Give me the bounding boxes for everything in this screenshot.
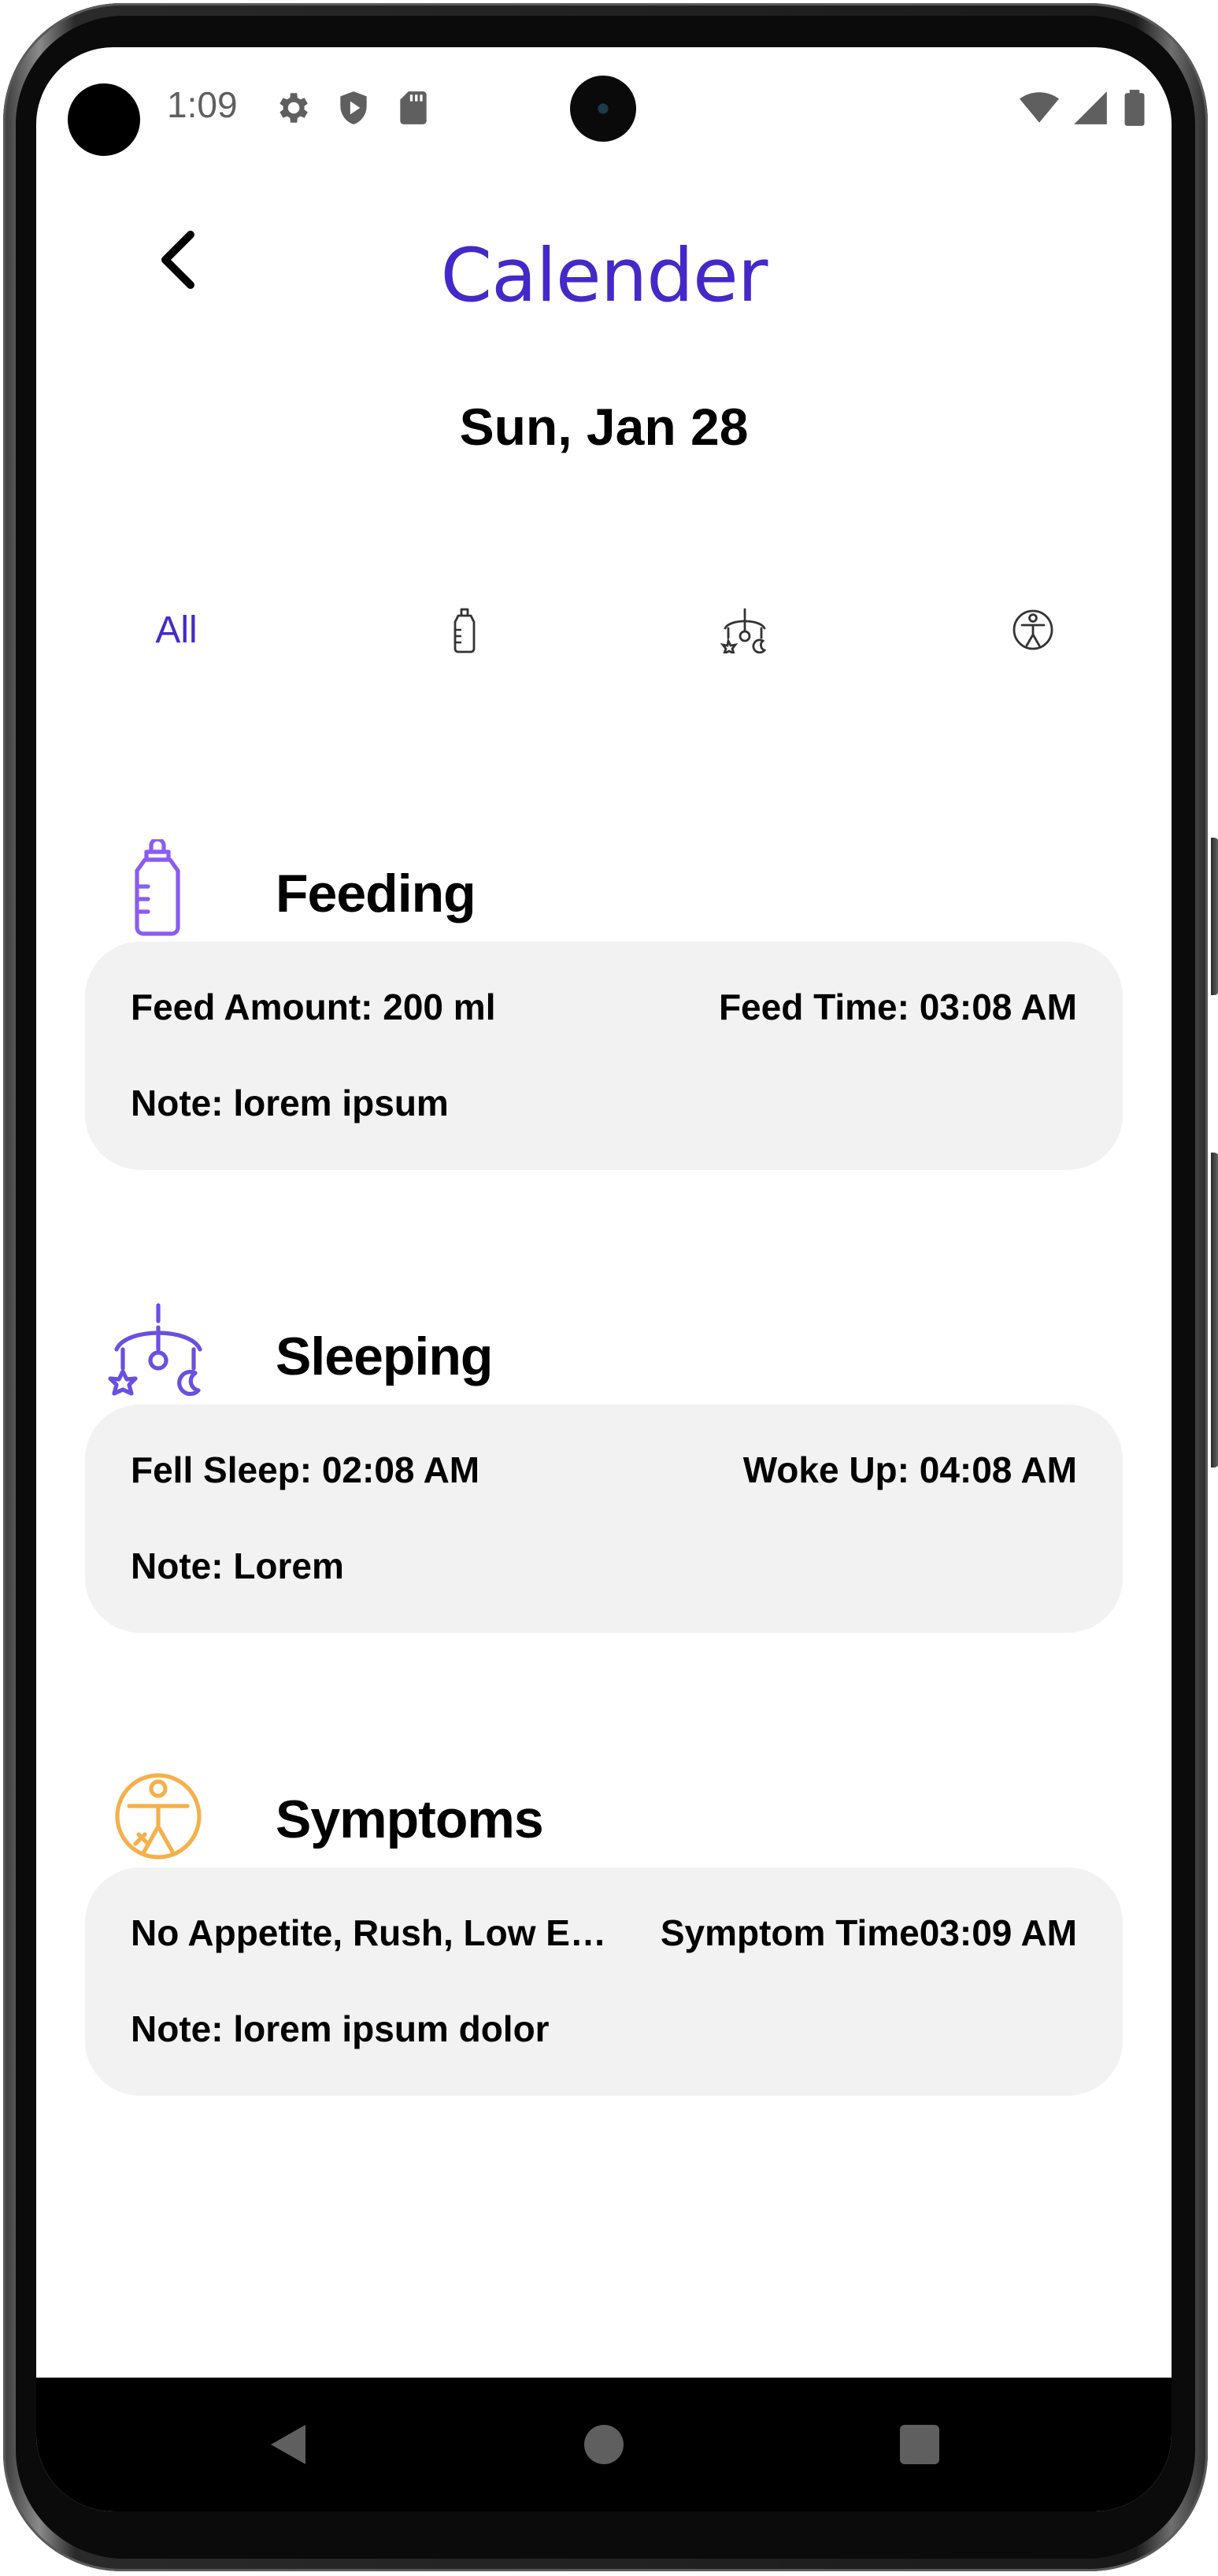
feeding-card[interactable]: Feed Amount: 200 ml Feed Time: 03:08 AM … [85, 942, 1123, 1170]
nav-recents-button[interactable] [880, 2405, 959, 2484]
shield-icon [340, 91, 367, 124]
bottle-icon [454, 608, 476, 653]
feeding-header: Feeding [107, 839, 1052, 949]
symptom-icon [1013, 609, 1053, 650]
nav-back-button[interactable] [249, 2405, 328, 2484]
bottle-icon [135, 839, 180, 936]
front-camera [570, 76, 636, 142]
symptom-list: No Appetite, Rush, Low En... [131, 1912, 611, 1954]
status-bar: 1:09 [36, 47, 1172, 157]
crib-mobile-icon [108, 1303, 202, 1397]
selected-date: Sun, Jan 28 [459, 398, 749, 456]
tab-all[interactable]: All [121, 583, 231, 677]
tab-sleeping[interactable] [690, 583, 800, 677]
feeding-title: Feeding [276, 864, 476, 923]
wifi-icon [1020, 92, 1059, 123]
sleeping-note: Note: Lorem [131, 1545, 344, 1586]
triangle-back-icon [271, 2425, 305, 2464]
square-recents-icon [900, 2425, 939, 2464]
symptom-time: Symptom Time03:09 AM [660, 1912, 1077, 1953]
tab-feeding[interactable] [409, 583, 520, 677]
sleeping-title: Sleeping [276, 1327, 493, 1386]
symptoms-header: Symptoms [107, 1765, 1052, 1875]
nav-home-button[interactable] [565, 2405, 643, 2484]
volume-button [1211, 1153, 1218, 1468]
system-nav-bar [36, 2378, 1172, 2511]
symptom-list-text: No Appetite, Rush, Low En... [131, 1912, 611, 1953]
tab-symptoms[interactable] [978, 583, 1088, 677]
crib-mobile-icon [720, 608, 767, 653]
gear-icon [280, 93, 308, 123]
woke-up-time: Woke Up: 04:08 AM [742, 1449, 1077, 1490]
tab-all-label: All [155, 609, 198, 651]
feeding-note: Note: lorem ipsum [131, 1083, 449, 1123]
filter-tabs: All [36, 583, 1172, 677]
symptoms-card[interactable]: No Appetite, Rush, Low En... Symptom Tim… [85, 1867, 1123, 2096]
fell-asleep-time: Fell Sleep: 02:08 AM [131, 1449, 480, 1490]
symptoms-note: Note: lorem ipsum dolor [131, 2008, 550, 2049]
symptom-icon [115, 1773, 202, 1860]
symptoms-title: Symptoms [276, 1790, 544, 1849]
sd-card-icon [400, 91, 427, 124]
page-title: Calender [440, 233, 768, 319]
feed-time: Feed Time: 03:08 AM [718, 986, 1077, 1027]
battery-icon [1124, 90, 1145, 126]
feed-amount: Feed Amount: 200 ml [131, 986, 496, 1027]
status-dot [68, 83, 140, 156]
cell-signal-icon [1074, 91, 1107, 124]
screen: 1:09 Calender Sun, Jan 28 All Feeding Fe… [36, 47, 1172, 2511]
sleeping-card[interactable]: Fell Sleep: 02:08 AM Woke Up: 04:08 AM N… [85, 1405, 1123, 1633]
power-button [1211, 838, 1218, 995]
status-time: 1:09 [167, 84, 238, 125]
circle-home-icon [584, 2425, 624, 2464]
sleeping-header: Sleeping [107, 1302, 1052, 1412]
